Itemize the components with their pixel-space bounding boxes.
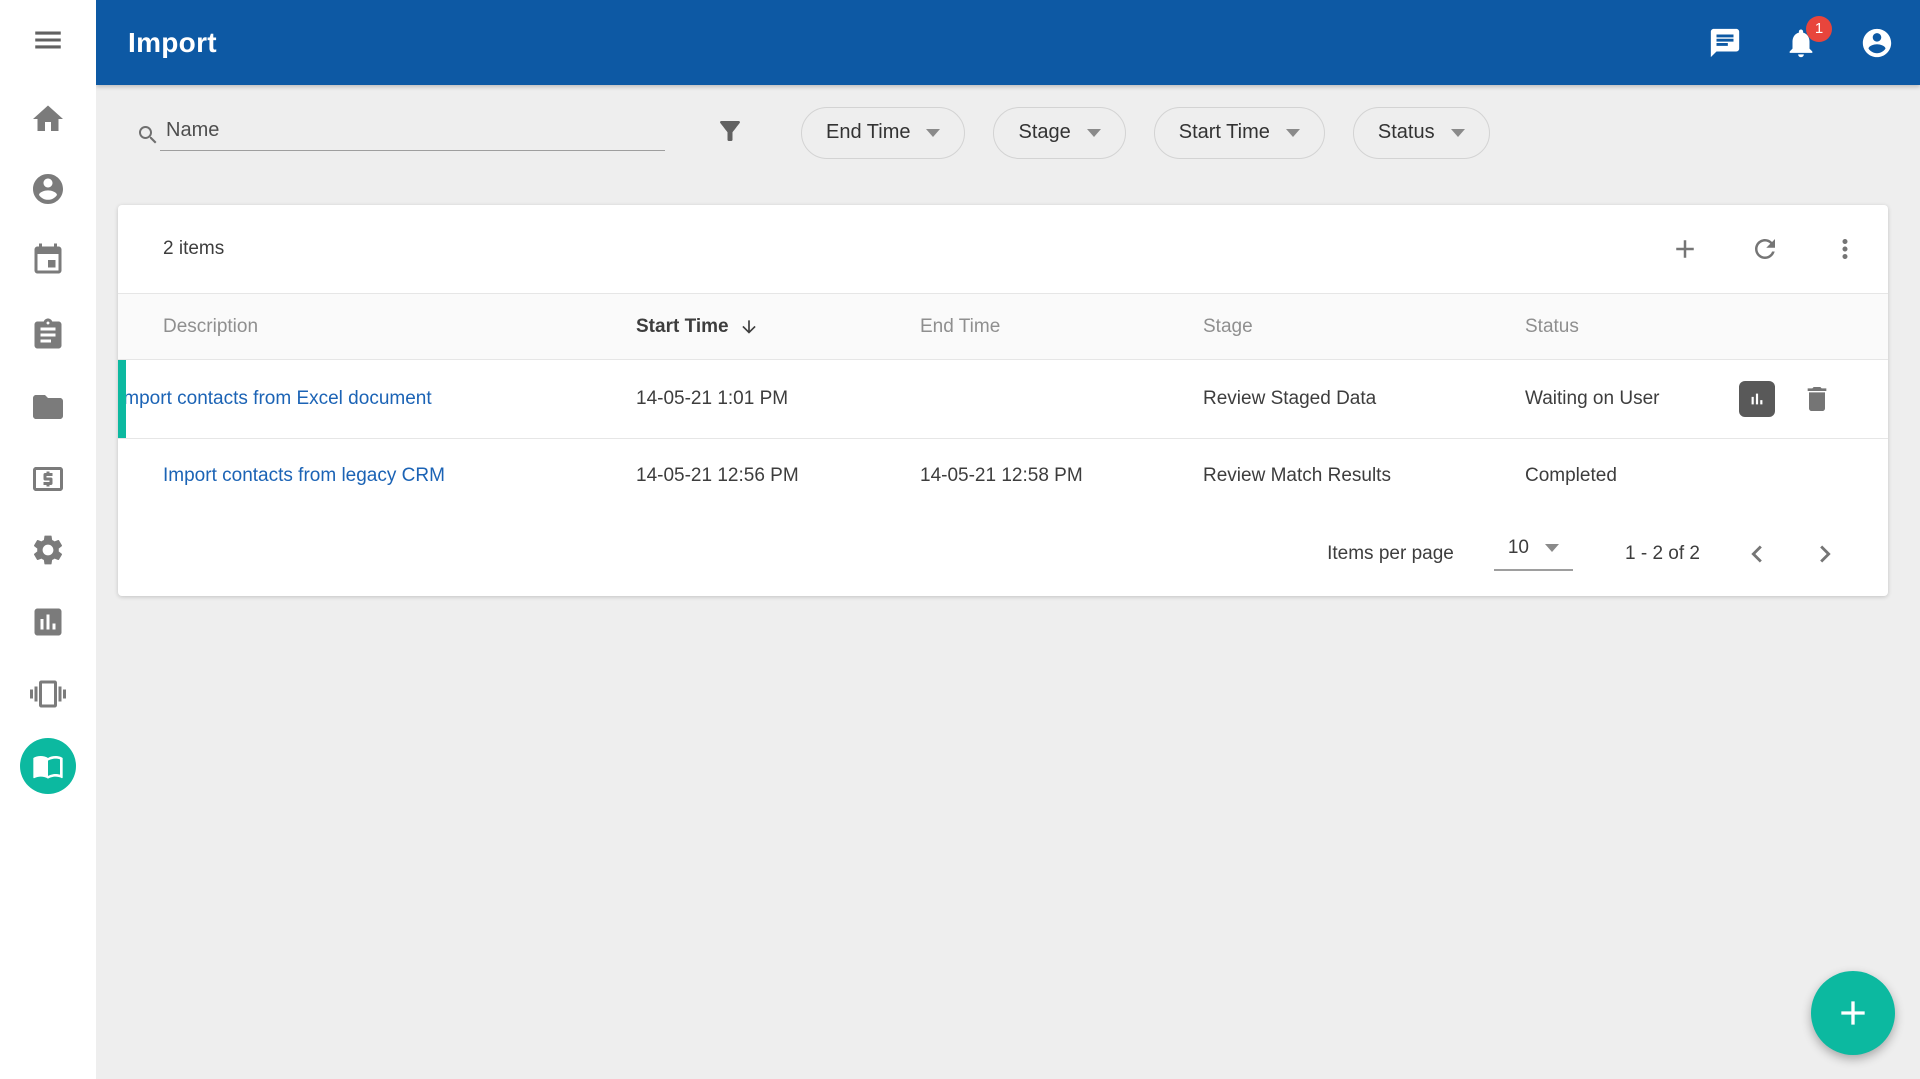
chat-icon — [1708, 26, 1742, 60]
chip-label: Start Time — [1179, 121, 1270, 144]
start-time-cell: 14-05-21 12:56 PM — [636, 465, 920, 487]
sidebar-item-notifications[interactable] — [24, 670, 72, 718]
paginator: Items per page 10 1 - 2 of 2 — [118, 512, 1888, 596]
chevron-down-icon — [1087, 129, 1101, 137]
sidebar-item-billing[interactable] — [24, 455, 72, 503]
sidebar-item-home[interactable] — [24, 95, 72, 143]
table-row: Import contacts from legacy CRM 14-05-21… — [118, 439, 1888, 512]
sidebar-item-tasks[interactable] — [24, 311, 72, 359]
status-cell: Completed — [1525, 465, 1717, 487]
filter-chip-end-time[interactable]: End Time — [801, 107, 965, 159]
sidebar-item-settings[interactable] — [24, 526, 72, 574]
hamburger-icon — [31, 23, 65, 62]
active-row-indicator — [118, 360, 126, 438]
chevron-right-icon — [1808, 537, 1842, 571]
sidebar — [0, 0, 96, 1079]
bar-chart-icon — [30, 604, 66, 640]
import-list-card: 2 items Description Start Time End Time … — [118, 205, 1888, 596]
column-header-start-time[interactable]: Start Time — [636, 316, 920, 338]
plus-icon — [1670, 234, 1700, 264]
start-time-cell: 14-05-21 1:01 PM — [636, 388, 920, 410]
add-import-button[interactable] — [1668, 232, 1702, 266]
table-row: Import contacts from Excel document 14-0… — [118, 360, 1888, 439]
column-header-label: Start Time — [636, 316, 729, 338]
vibration-icon — [30, 676, 66, 712]
filter-chip-status[interactable]: Status — [1353, 107, 1490, 159]
search-input[interactable] — [160, 115, 665, 151]
items-count: 2 items — [163, 238, 224, 260]
bar-chart-icon — [1744, 386, 1770, 412]
next-page-button[interactable] — [1808, 537, 1842, 571]
filter-chip-stage[interactable]: Stage — [993, 107, 1125, 159]
open-book-icon — [32, 750, 64, 782]
account-button[interactable] — [1860, 26, 1894, 60]
card-toolbar: 2 items — [118, 205, 1888, 294]
import-description-link[interactable]: Import contacts from Excel document — [118, 388, 432, 409]
chevron-down-icon — [1545, 544, 1559, 552]
import-description-link[interactable]: Import contacts from legacy CRM — [163, 465, 445, 486]
items-per-page-label: Items per page — [1327, 543, 1454, 565]
folder-icon — [30, 389, 66, 425]
chevron-down-icon — [1451, 129, 1465, 137]
stage-cell: Review Staged Data — [1203, 388, 1525, 410]
avatar-icon — [1860, 26, 1894, 60]
column-header-description[interactable]: Description — [118, 316, 636, 338]
kebab-icon — [1830, 234, 1860, 264]
filter-bar: End Time Stage Start Time Status — [96, 85, 1920, 180]
page-range-label: 1 - 2 of 2 — [1625, 543, 1700, 565]
refresh-icon — [1750, 234, 1780, 264]
funnel-icon — [715, 116, 745, 146]
row-report-button[interactable] — [1739, 381, 1775, 417]
more-options-button[interactable] — [1828, 232, 1862, 266]
column-header-end-time[interactable]: End Time — [920, 316, 1203, 338]
topbar: Import 1 — [96, 0, 1920, 85]
table-header-row: Description Start Time End Time Stage St… — [118, 294, 1888, 360]
hamburger-menu-button[interactable] — [24, 20, 72, 64]
page-size-select[interactable]: 10 — [1494, 537, 1573, 571]
notifications-button[interactable]: 1 — [1784, 26, 1818, 60]
trash-icon — [1801, 383, 1833, 415]
calendar-icon — [30, 242, 66, 278]
chevron-down-icon — [926, 129, 940, 137]
column-header-status[interactable]: Status — [1525, 316, 1717, 338]
sort-desc-arrow-icon — [739, 317, 759, 337]
column-header-stage[interactable]: Stage — [1203, 316, 1525, 338]
home-icon — [30, 101, 66, 137]
filter-button[interactable] — [715, 116, 749, 150]
refresh-button[interactable] — [1748, 232, 1782, 266]
notification-badge: 1 — [1806, 16, 1832, 42]
sidebar-item-calendar[interactable] — [24, 236, 72, 284]
end-time-cell: 14-05-21 12:58 PM — [920, 465, 1203, 487]
chevron-left-icon — [1740, 537, 1774, 571]
messages-button[interactable] — [1708, 26, 1742, 60]
person-circle-icon — [30, 171, 66, 207]
sidebar-item-reports[interactable] — [24, 598, 72, 646]
page-title: Import — [128, 27, 217, 59]
plus-icon — [1833, 993, 1873, 1033]
filter-chip-start-time[interactable]: Start Time — [1154, 107, 1325, 159]
sidebar-item-contacts[interactable] — [24, 165, 72, 213]
chip-label: Stage — [1018, 121, 1070, 144]
gear-icon — [30, 532, 66, 568]
status-cell: Waiting on User — [1525, 388, 1717, 410]
search-icon — [136, 123, 160, 147]
stage-cell: Review Match Results — [1203, 465, 1525, 487]
chip-label: End Time — [826, 121, 910, 144]
sidebar-item-files[interactable] — [24, 383, 72, 431]
chevron-down-icon — [1286, 129, 1300, 137]
clipboard-icon — [30, 317, 66, 353]
row-delete-button[interactable] — [1801, 383, 1833, 415]
sidebar-item-import[interactable] — [20, 738, 76, 794]
dollar-card-icon — [30, 461, 66, 497]
chip-label: Status — [1378, 121, 1435, 144]
create-import-fab[interactable] — [1811, 971, 1895, 1055]
page-size-value: 10 — [1508, 537, 1529, 559]
previous-page-button[interactable] — [1740, 537, 1774, 571]
